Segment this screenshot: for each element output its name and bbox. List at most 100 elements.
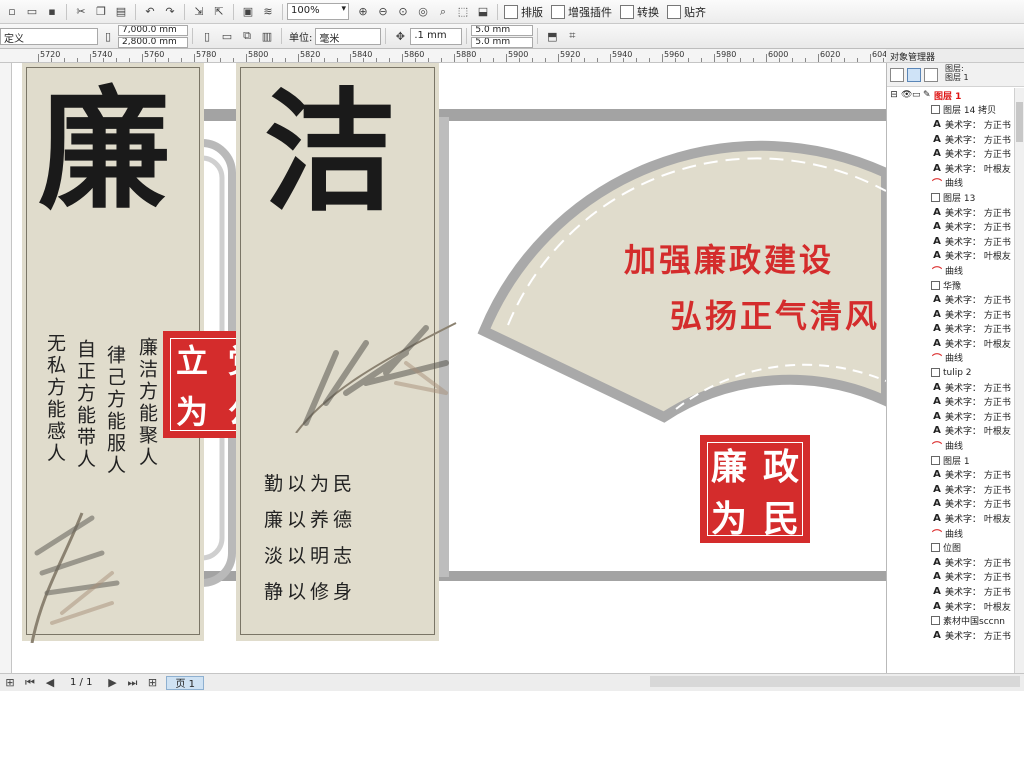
current-page-icon[interactable]: ▥ <box>258 27 276 45</box>
application-launcher-icon[interactable]: ▣ <box>239 3 257 21</box>
ruler-tick <box>727 58 728 62</box>
printer-icon[interactable]: ▭ <box>912 90 923 100</box>
tree-text-row[interactable]: A 美术字： 方正书 <box>887 219 1015 234</box>
tree-text-row[interactable]: A 美术字： 叶根友 <box>887 424 1015 439</box>
copy-icon[interactable]: ❐ <box>92 3 110 21</box>
zoom-width-icon[interactable]: ⌕ <box>434 3 452 21</box>
collapse-icon[interactable]: ⊟ <box>887 90 901 100</box>
tree-text-row[interactable]: A 美术字： 方正书 <box>887 380 1015 395</box>
motto-line-4: 静以修身 <box>264 581 357 603</box>
tree-group-row[interactable]: tulip 2 <box>887 365 1015 380</box>
landscape-icon[interactable]: ▭ <box>218 27 236 45</box>
tree-group-row[interactable]: 位图 <box>887 540 1015 555</box>
tree-text-row[interactable]: A 美术字： 方正书 <box>887 117 1015 132</box>
tree-text-row[interactable]: A 美术字： 方正书 <box>887 467 1015 482</box>
pan-icon[interactable]: ⬓ <box>474 3 492 21</box>
tree-text-row[interactable]: A 美术字： 方正书 <box>887 497 1015 512</box>
add-page-after-icon[interactable]: ⊞ <box>143 674 161 692</box>
paste-icon[interactable]: ▤ <box>112 3 130 21</box>
tree-text-row[interactable]: A 美术字： 方正书 <box>887 146 1015 161</box>
last-page-icon[interactable]: ⏭ <box>123 674 141 692</box>
zoom-page-icon[interactable]: ◎ <box>414 3 432 21</box>
arrange-button[interactable]: 排版 <box>504 4 543 20</box>
tree-text-row[interactable]: A 美术字： 方正书 <box>887 292 1015 307</box>
import-icon[interactable]: ⇲ <box>190 3 208 21</box>
tree-text-row[interactable]: A 美术字： 方正书 <box>887 584 1015 599</box>
treat-as-filled-icon[interactable]: ⬒ <box>543 27 561 45</box>
tree-group-row[interactable]: 华豫 <box>887 278 1015 293</box>
tree-text-row[interactable]: A 美术字： 叶根友 <box>887 599 1015 614</box>
visibility-eye-icon[interactable]: 👁 <box>901 90 912 100</box>
tree-curve-row[interactable]: ⌒ 曲线 <box>887 438 1015 453</box>
page-size-select[interactable]: 定义 <box>0 27 98 45</box>
tree-group-row[interactable]: 图层 14 拷贝 <box>887 103 1015 118</box>
duplicate-y-field[interactable]: 5.0 mm <box>471 36 534 48</box>
add-page-icon[interactable]: ⊞ <box>1 674 19 692</box>
zoom-selection-icon[interactable]: ⊙ <box>394 3 412 21</box>
tree-text-row[interactable]: A 美术字： 方正书 <box>887 482 1015 497</box>
tree-text-row[interactable]: A 美术字： 方正书 <box>887 394 1015 409</box>
tree-curve-row[interactable]: ⌒ 曲线 <box>887 176 1015 190</box>
save-icon[interactable]: ▪ <box>43 3 61 21</box>
banner-panel-jie[interactable]: 洁 勤以为民 廉以养德 淡以明志 静以修身 <box>236 63 457 641</box>
tree-text-row[interactable]: A 美术字： 方正书 <box>887 205 1015 220</box>
tree-group-row[interactable]: 图层 13 <box>887 190 1015 205</box>
cut-icon[interactable]: ✂ <box>72 3 90 21</box>
tree-group-row[interactable]: 素材中国sccnn <box>887 613 1015 628</box>
units-select[interactable]: 毫米 <box>315 27 382 45</box>
tree-text-row[interactable]: A 美术字： 方正书 <box>887 132 1015 147</box>
open-file-icon[interactable]: ▭ <box>23 3 41 21</box>
first-page-icon[interactable]: ⏮ <box>21 674 39 692</box>
page-width-field[interactable]: 7,000.0 mm <box>118 24 188 36</box>
nudge-distance-field[interactable]: .1 mm <box>410 27 463 45</box>
edit-across-layers-icon[interactable] <box>907 67 921 82</box>
layer-root-row[interactable]: ⊟ 👁 ▭ ✎ 图层 1 <box>887 88 1015 103</box>
tree-text-row[interactable]: A 美术字： 叶根友 <box>887 161 1015 176</box>
layer-manager-view-icon[interactable] <box>924 67 938 82</box>
tree-group-row[interactable]: 图层 1 <box>887 453 1015 468</box>
zoom-in-icon[interactable]: ⊕ <box>354 3 372 21</box>
drawing-canvas[interactable]: 廉 无私方能感人 自正方能带人 律己方能服人 廉洁方能聚人 立 党 为 公 洁 … <box>12 63 886 673</box>
enhance-plugin-button[interactable]: 增强插件 <box>551 4 612 20</box>
snap-button[interactable]: 贴齐 <box>667 4 706 20</box>
tree-text-row[interactable]: A 美术字： 方正书 <box>887 322 1015 337</box>
zoom-height-icon[interactable]: ⬚ <box>454 3 472 21</box>
zoom-out-icon[interactable]: ⊖ <box>374 3 392 21</box>
tree-text-row[interactable]: A 美术字： 方正书 <box>887 570 1015 585</box>
tree-text-row[interactable]: A 美术字： 叶根友 <box>887 249 1015 264</box>
seal-clean-government[interactable]: 廉 政 为 民 <box>700 435 810 543</box>
tree-text-row[interactable]: A 美术字： 方正书 <box>887 628 1015 643</box>
tree-text-row[interactable]: A 美术字： 方正书 <box>887 234 1015 249</box>
duplicate-x-field[interactable]: 5.0 mm <box>471 24 534 36</box>
slogan-line-2[interactable]: 弘扬正气清风 <box>670 291 880 337</box>
horizontal-scrollbar[interactable] <box>650 676 1020 687</box>
redo-icon[interactable]: ↷ <box>161 3 179 21</box>
page-tab-1[interactable]: 页 1 <box>166 675 204 690</box>
edit-pencil-icon[interactable]: ✎ <box>923 90 934 100</box>
export-icon[interactable]: ⇱ <box>210 3 228 21</box>
paper-icon[interactable]: ▯ <box>99 27 117 45</box>
all-pages-icon[interactable]: ⧉ <box>238 27 256 45</box>
tree-text-row[interactable]: A 美术字： 方正书 <box>887 555 1015 570</box>
tree-text-row[interactable]: A 美术字： 方正书 <box>887 409 1015 424</box>
portrait-icon[interactable]: ▯ <box>198 27 216 45</box>
next-page-icon[interactable]: ▶ <box>103 674 121 692</box>
tree-curve-row[interactable]: ⌒ 曲线 <box>887 263 1015 278</box>
welcome-screen-icon[interactable]: ≋ <box>259 3 277 21</box>
page-height-field[interactable]: 2,800.0 mm <box>118 36 188 48</box>
zoom-level-select[interactable]: 100% <box>287 3 349 20</box>
scrollbar-thumb[interactable] <box>1016 102 1023 142</box>
snap-grid-icon[interactable]: ⌗ <box>563 27 581 45</box>
tree-text-row[interactable]: A 美术字： 叶根友 <box>887 336 1015 351</box>
undo-icon[interactable]: ↶ <box>141 3 159 21</box>
new-file-icon[interactable]: ▫ <box>3 3 21 21</box>
object-manager-scrollbar[interactable] <box>1014 88 1024 673</box>
tree-text-row[interactable]: A 美术字： 叶根友 <box>887 511 1015 526</box>
tree-text-row[interactable]: A 美术字： 方正书 <box>887 307 1015 322</box>
convert-button[interactable]: 转换 <box>620 4 659 20</box>
slogan-line-1[interactable]: 加强廉政建设 <box>624 235 834 281</box>
tree-curve-row[interactable]: ⌒ 曲线 <box>887 351 1015 365</box>
prev-page-icon[interactable]: ◀ <box>41 674 59 692</box>
show-properties-icon[interactable] <box>890 67 904 82</box>
tree-curve-row[interactable]: ⌒ 曲线 <box>887 526 1015 541</box>
